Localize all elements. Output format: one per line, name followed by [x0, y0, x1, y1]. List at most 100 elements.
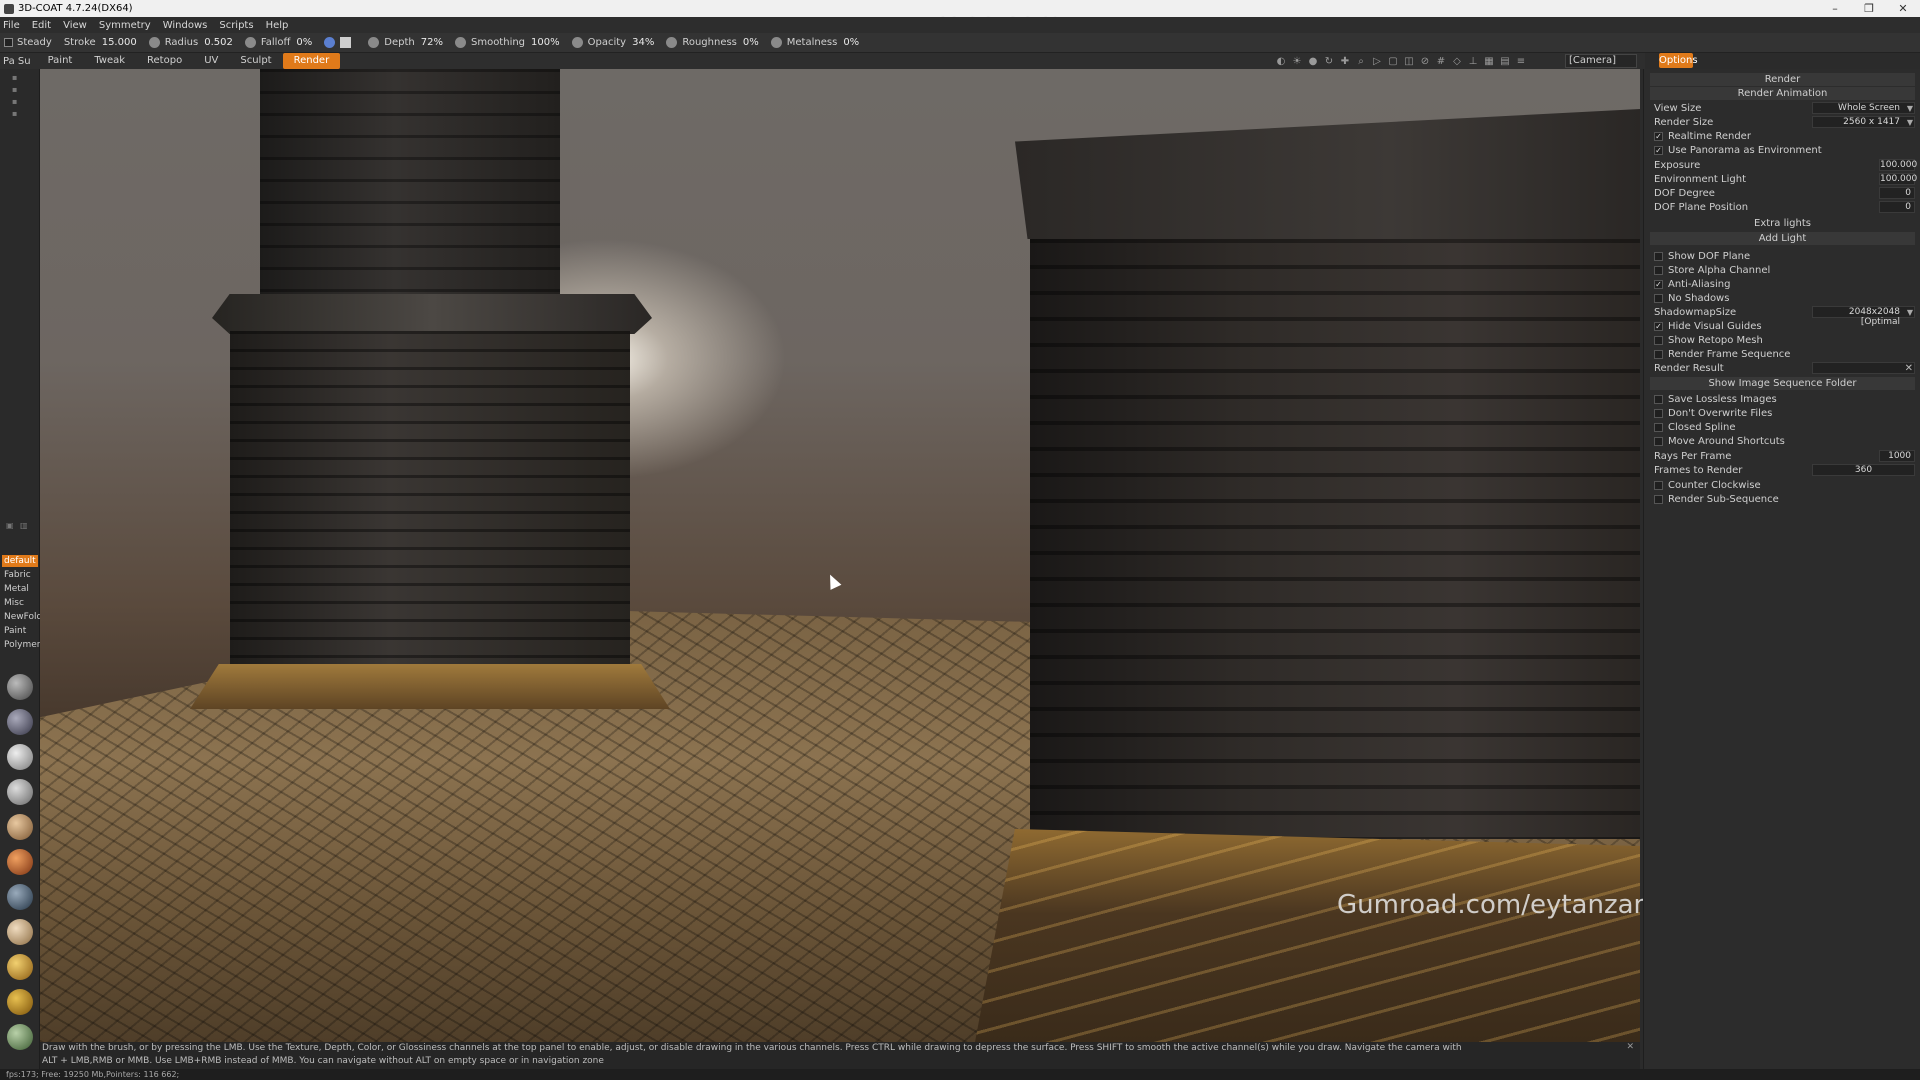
menu-help[interactable]: Help — [266, 20, 289, 31]
depth-field[interactable]: Depth 72% — [368, 37, 443, 48]
mini-tool-icon[interactable]: ▪ — [12, 97, 26, 106]
close-window-button[interactable]: ✕ — [1886, 0, 1920, 17]
minimize-button[interactable]: – — [1818, 0, 1852, 17]
material-swatch[interactable] — [7, 989, 33, 1015]
x-icon[interactable] — [340, 37, 352, 48]
shield-icon[interactable]: ◇ — [1451, 55, 1463, 67]
roughness-field[interactable]: Roughness 0% — [666, 37, 759, 48]
mini-tool-icon[interactable]: ▪ — [12, 73, 26, 82]
material-folder-paint[interactable]: Paint — [2, 625, 38, 637]
counter-clockwise-checkbox[interactable] — [1654, 481, 1663, 490]
metalness-field[interactable]: Metalness 0% — [770, 37, 859, 48]
sphere-icon[interactable] — [324, 37, 336, 48]
zoom-icon[interactable]: ⌕ — [1355, 55, 1367, 67]
show-retopo-mesh-checkbox[interactable] — [1654, 336, 1663, 345]
tab-options[interactable]: Options — [1659, 53, 1698, 68]
tab-render[interactable]: Render — [282, 53, 341, 69]
realtime-render-checkbox[interactable]: ✓ — [1654, 132, 1663, 141]
view-size-select[interactable]: Whole Screen — [1812, 102, 1915, 114]
material-folder-fabric[interactable]: Fabric — [2, 569, 38, 581]
menu-windows[interactable]: Windows — [163, 20, 208, 31]
falloff-field[interactable]: Falloff 0% — [244, 37, 312, 48]
falloff-value[interactable]: 0% — [296, 37, 312, 48]
use-panorama-row[interactable]: ✓ Use Panorama as Environment — [1650, 144, 1915, 157]
tab-tweak[interactable]: Tweak — [83, 53, 136, 69]
material-swatch[interactable] — [7, 709, 33, 735]
radius-value[interactable]: 0.502 — [204, 37, 233, 48]
material-swatch[interactable] — [7, 919, 33, 945]
smoothing-value[interactable]: 100% — [531, 37, 560, 48]
store-alpha-row[interactable]: Store Alpha Channel — [1650, 264, 1915, 277]
tab-sculpt[interactable]: Sculpt — [229, 53, 282, 69]
room-prefix[interactable]: Pa Su — [0, 56, 37, 67]
closed-spline-checkbox[interactable] — [1654, 423, 1663, 432]
dont-overwrite-checkbox[interactable] — [1654, 409, 1663, 418]
material-swatch[interactable] — [7, 884, 33, 910]
tab-uv[interactable]: UV — [193, 53, 229, 69]
close-icon[interactable]: ✕ — [1626, 1042, 1634, 1052]
material-swatch[interactable] — [7, 814, 33, 840]
menu-view[interactable]: View — [63, 20, 87, 31]
render-sub-sequence-row[interactable]: Render Sub-Sequence — [1650, 493, 1915, 506]
restore-button[interactable]: ❐ — [1852, 0, 1886, 17]
material-folder-misc[interactable]: Misc — [2, 597, 38, 609]
opacity-value[interactable]: 34% — [632, 37, 654, 48]
fit-icon[interactable]: ◫ — [1403, 55, 1415, 67]
material-swatch[interactable] — [7, 1024, 33, 1050]
menu-file[interactable]: File — [3, 20, 20, 31]
no-shadows-row[interactable]: No Shadows — [1650, 292, 1915, 305]
exposure-input[interactable]: 100.000 — [1879, 159, 1917, 171]
menu-scripts[interactable]: Scripts — [219, 20, 253, 31]
render-frame-sequence-checkbox[interactable] — [1654, 350, 1663, 359]
counter-clockwise-row[interactable]: Counter Clockwise — [1650, 479, 1915, 492]
render-button[interactable]: Render — [1650, 73, 1915, 86]
menu-symmetry[interactable]: Symmetry — [99, 20, 151, 31]
camera-select[interactable]: [Camera] — [1565, 54, 1637, 68]
material-folder-metal[interactable]: Metal — [2, 583, 38, 595]
save-lossless-row[interactable]: Save Lossless Images — [1650, 393, 1915, 406]
move-around-shortcuts-row[interactable]: Move Around Shortcuts — [1650, 435, 1915, 448]
render-sub-sequence-checkbox[interactable] — [1654, 495, 1663, 504]
realtime-render-row[interactable]: ✓ Realtime Render — [1650, 130, 1915, 143]
stroke-field[interactable]: Stroke 15.000 — [64, 37, 137, 48]
material-swatch[interactable] — [7, 849, 33, 875]
material-swatch[interactable] — [7, 674, 33, 700]
frames-to-render-input[interactable]: 360 — [1812, 464, 1915, 476]
play-icon[interactable]: ▷ — [1371, 55, 1383, 67]
radius-field[interactable]: Radius 0.502 — [148, 37, 233, 48]
show-dof-plane-checkbox[interactable] — [1654, 252, 1663, 261]
roughness-value[interactable]: 0% — [743, 37, 759, 48]
bulb-icon[interactable]: ● — [1307, 55, 1319, 67]
rotate-icon[interactable]: ↻ — [1323, 55, 1335, 67]
material-swatch[interactable] — [7, 744, 33, 770]
move-icon[interactable]: ✚ — [1339, 55, 1351, 67]
render-result-path[interactable] — [1812, 362, 1915, 374]
show-dof-plane-row[interactable]: Show DOF Plane — [1650, 250, 1915, 263]
layout-icon[interactable]: ▦ — [1483, 55, 1495, 67]
forbid-icon[interactable]: ⊘ — [1419, 55, 1431, 67]
close-icon[interactable]: ✕ — [1905, 362, 1913, 375]
metalness-value[interactable]: 0% — [843, 37, 859, 48]
store-alpha-checkbox[interactable] — [1654, 266, 1663, 275]
material-folder-polymer[interactable]: Polymer — [2, 639, 40, 651]
show-image-sequence-folder-button[interactable]: Show Image Sequence Folder — [1650, 377, 1915, 390]
trash-icon[interactable]: ▥ — [20, 521, 34, 530]
move-around-shortcuts-checkbox[interactable] — [1654, 437, 1663, 446]
material-folder-default[interactable]: default — [2, 555, 38, 567]
add-light-button[interactable]: Add Light — [1650, 232, 1915, 245]
render-animation-button[interactable]: Render Animation — [1650, 87, 1915, 100]
material-swatch[interactable] — [7, 954, 33, 980]
mini-tool-icon[interactable]: ▪ — [12, 85, 26, 94]
dont-overwrite-row[interactable]: Don't Overwrite Files — [1650, 407, 1915, 420]
steady-toggle[interactable]: Steady — [4, 37, 52, 48]
render-size-select[interactable]: 2560 x 1417 — [1812, 116, 1915, 128]
tab-retopo[interactable]: Retopo — [136, 53, 193, 69]
light-icon[interactable]: ☀ — [1291, 55, 1303, 67]
axis-icon[interactable]: ⊥ — [1467, 55, 1479, 67]
list-icon[interactable]: ≡ — [1515, 55, 1527, 67]
menu-edit[interactable]: Edit — [32, 20, 51, 31]
dof-degree-input[interactable]: 0 — [1879, 187, 1915, 199]
material-swatch[interactable] — [7, 779, 33, 805]
shading-icon[interactable]: ◐ — [1275, 55, 1287, 67]
hide-visual-guides-checkbox[interactable]: ✓ — [1654, 322, 1663, 331]
